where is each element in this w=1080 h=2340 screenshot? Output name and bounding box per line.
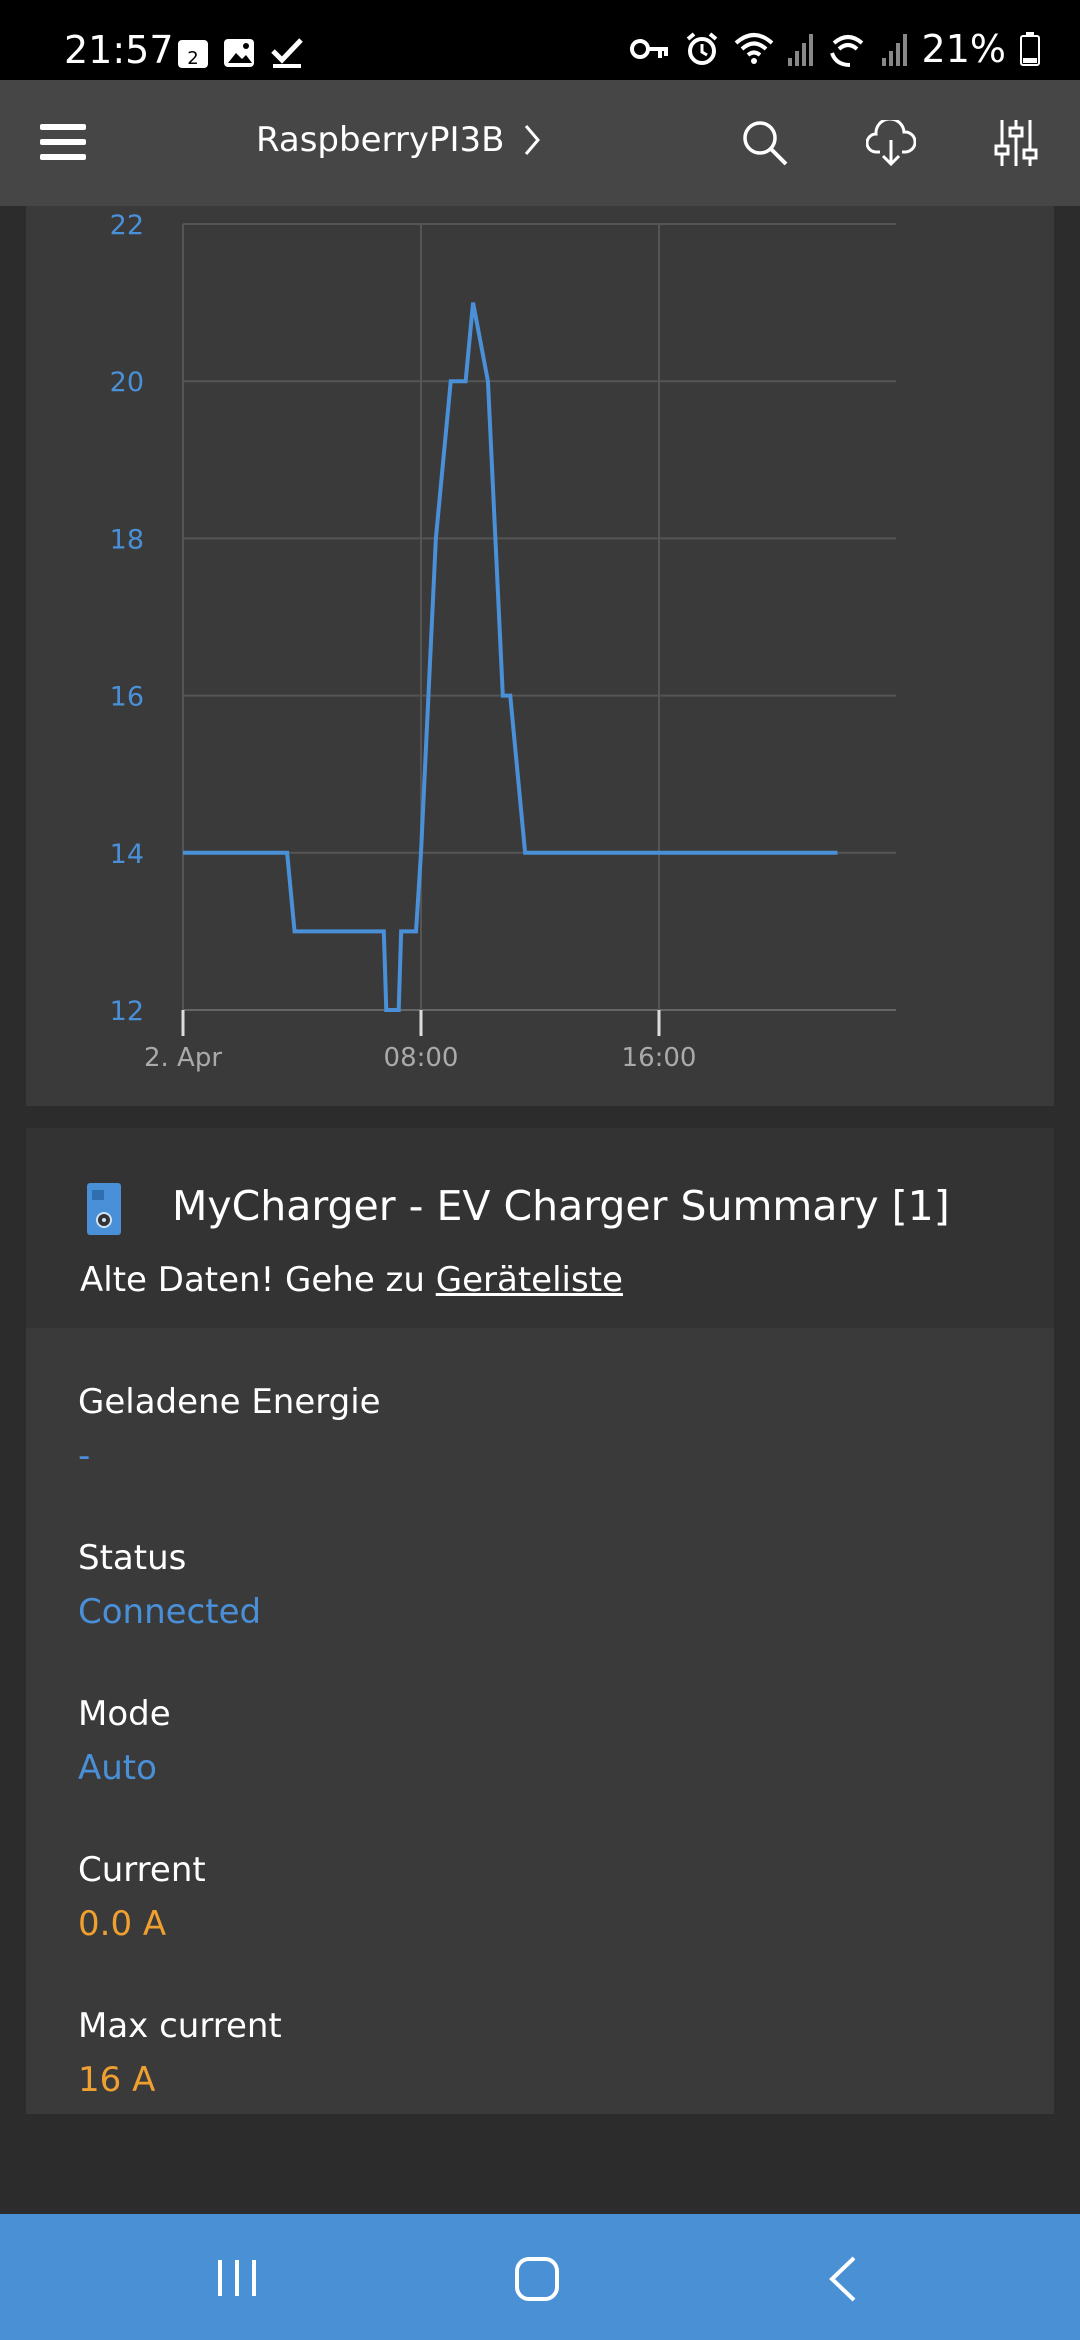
device-list-link[interactable]: Geräteliste [436, 1260, 623, 1300]
app-title: RaspberryPI3B [256, 120, 505, 160]
field-label: Max current [78, 2006, 282, 2046]
summary-title: MyCharger - EV Charger Summary [1] [172, 1182, 950, 1230]
field-label: Mode [78, 1694, 171, 1734]
summary-body: Geladene Energie - Status Connected Mode… [26, 1328, 1054, 2114]
x-tick-label: 16:00 [622, 1043, 697, 1073]
app-bar: RaspberryPI3B [0, 80, 1080, 206]
calendar-day: 2 [187, 48, 198, 69]
series-line [183, 302, 838, 1012]
home-icon[interactable] [514, 2256, 560, 2302]
system-nav-bar [0, 2214, 1080, 2340]
warning-text: Alte Daten! Gehe zu [80, 1260, 436, 1300]
settings-sliders-icon[interactable] [994, 118, 1038, 168]
chevron-right-icon [525, 125, 541, 155]
field-label: Geladene Energie [78, 1382, 381, 1422]
vpn-key-icon [629, 39, 668, 59]
y-tick-label: 20 [110, 367, 144, 398]
y-tick-label: 16 [110, 682, 144, 713]
field-value: 16 A [78, 2060, 156, 2100]
field-current: Current 0.0 A [78, 1850, 206, 1944]
recent-apps-icon[interactable] [216, 2258, 258, 2298]
alarm-icon [686, 32, 717, 65]
stale-data-warning: Alte Daten! Gehe zu Geräteliste [80, 1260, 623, 1300]
battery-icon [1020, 32, 1040, 66]
x-tick-label: 2. Apr [144, 1043, 222, 1073]
field-charged-energy: Geladene Energie - [78, 1382, 381, 1476]
y-tick-label: 12 [110, 996, 144, 1027]
back-icon[interactable] [828, 2256, 858, 2302]
field-value: Auto [78, 1748, 157, 1788]
gallery-icon [224, 39, 254, 67]
calendar-icon: 2 [178, 40, 208, 69]
device-selector[interactable]: RaspberryPI3B [256, 120, 541, 160]
field-value: 0.0 A [78, 1904, 167, 1944]
status-time: 21:57 [64, 28, 174, 72]
wifi-calling-icon [829, 35, 863, 67]
y-tick-label: 22 [110, 210, 144, 241]
wifi-icon [734, 33, 773, 64]
chart-card: 12 14 16 18 20 22 2. Apr 08:00 16:00 [26, 206, 1054, 1106]
field-max-current: Max current 16 A [78, 2006, 282, 2100]
status-bar: 21:57 2 21% [0, 0, 1080, 80]
y-tick-label: 14 [110, 839, 144, 870]
field-value: Connected [78, 1592, 262, 1632]
menu-icon[interactable] [40, 122, 86, 162]
summary-header: MyCharger - EV Charger Summary [1] Alte … [26, 1128, 1054, 1328]
signal-icon [881, 34, 907, 66]
search-icon[interactable] [742, 120, 788, 166]
y-tick-label: 18 [110, 524, 144, 555]
device-icon [87, 1183, 121, 1235]
field-value: - [78, 1436, 91, 1476]
check-icon [271, 38, 303, 68]
field-mode: Mode Auto [78, 1694, 171, 1788]
field-status: Status Connected [78, 1538, 261, 1632]
battery-percent: 21% [921, 27, 1006, 71]
cloud-download-icon[interactable] [866, 120, 916, 166]
signal-icon [787, 34, 813, 66]
line-chart: 12 14 16 18 20 22 2. Apr 08:00 16:00 [110, 210, 896, 1073]
field-label: Current [78, 1850, 206, 1890]
x-tick-label: 08:00 [384, 1043, 459, 1073]
field-label: Status [78, 1538, 187, 1578]
